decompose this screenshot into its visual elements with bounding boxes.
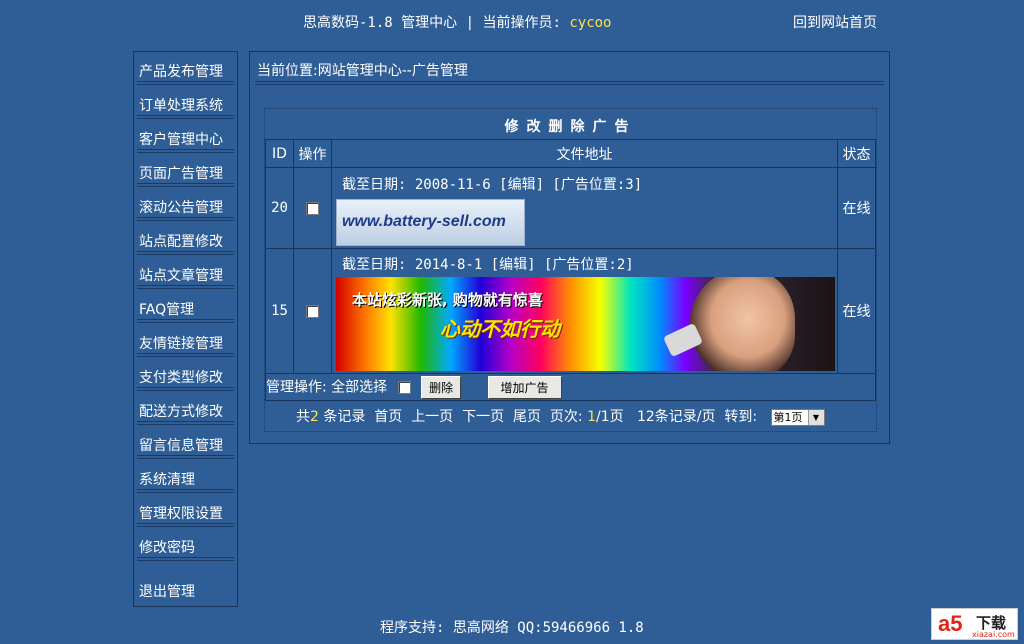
ad-info[interactable]: 截至日期: 2008-11-6 [编辑] [广告位置:3] [332, 171, 837, 194]
last-page-link[interactable]: 尾页 [513, 409, 541, 425]
sidebar-item-orders[interactable]: 订单处理系统 [134, 86, 237, 120]
banner-headline: 本站炫彩新张, 购物就有惊喜 [352, 291, 543, 309]
sidebar-item-articles[interactable]: 站点文章管理 [134, 256, 237, 290]
sidebar-item-ads[interactable]: 页面广告管理 [134, 154, 237, 188]
sidebar-item-messages[interactable]: 留言信息管理 [134, 426, 237, 460]
footer: 程序支持: 思高网络 QQ:59466966 1.8 [380, 620, 644, 636]
ad-banner-image: 本站炫彩新张, 购物就有惊喜 心动不如行动 [336, 277, 835, 371]
sidebar-item-links[interactable]: 友情链接管理 [134, 324, 237, 358]
current-page: 1 [587, 409, 596, 425]
pages-label: 页次: [549, 409, 583, 425]
logo-brand: a5 [938, 611, 963, 636]
divider [255, 84, 884, 85]
sidebar-item-logout[interactable]: 退出管理 [134, 572, 237, 606]
ops-label: 管理操作: [266, 379, 327, 395]
table-header-row: ID 操作 文件地址 状态 [265, 139, 876, 168]
col-action: 操作 [293, 139, 332, 168]
total-count: 2 [310, 409, 319, 425]
row-checkbox[interactable] [306, 201, 319, 215]
page-select[interactable]: 第1页 ▼ [770, 408, 825, 426]
col-file-address: 文件地址 [331, 139, 838, 168]
add-ad-button[interactable]: 增加广告 [487, 375, 562, 399]
divider [255, 81, 884, 82]
row-id: 15 [265, 248, 294, 374]
ops-row: 管理操作: 全部选择 删除 增加广告 [265, 373, 876, 401]
row-checkbox[interactable] [306, 304, 319, 318]
sidebar-item-site-config[interactable]: 站点配置修改 [134, 222, 237, 256]
ad-banner-image: www.battery-sell.com [336, 198, 525, 246]
sidebar-item-customers[interactable]: 客户管理中心 [134, 120, 237, 154]
banner-text: www.battery-sell.com [342, 212, 506, 230]
ad-info[interactable]: 截至日期: 2014-8-1 [编辑] [广告位置:2] [332, 251, 837, 274]
delete-button[interactable]: 删除 [421, 375, 462, 399]
first-page-link[interactable]: 首页 [374, 409, 402, 425]
ads-table: ID 操作 文件地址 状态 20 截至日期: 2008-11-6 [编辑] [广… [265, 139, 876, 401]
operator-label: 当前操作员: [482, 15, 561, 31]
a5-logo: a5 下载 xiazai.com [931, 608, 1018, 640]
per-page: 12条记录/页 [636, 409, 716, 425]
top-header: 思高数码-1.8 管理中心 | 当前操作员: cycoo 回到网站首页 [0, 12, 1024, 32]
ads-table-container: 修改删除广告 ID 操作 文件地址 状态 20 截至日期: 2008-11-6 … [264, 108, 877, 432]
col-id: ID [265, 139, 294, 168]
table-title: 修改删除广告 [504, 119, 637, 135]
row-id: 20 [265, 167, 294, 249]
next-page-link[interactable]: 下一页 [462, 409, 504, 425]
sidebar-item-products[interactable]: 产品发布管理 [134, 52, 237, 86]
row-checkbox-cell [293, 167, 332, 249]
sidebar-item-payment[interactable]: 支付类型修改 [134, 358, 237, 392]
sidebar-item-cleanup[interactable]: 系统清理 [134, 460, 237, 494]
sidebar-item-delivery[interactable]: 配送方式修改 [134, 392, 237, 426]
pagination: 共2 条记录 首页 上一页 下一页 尾页 页次: 1/1页 12条记录/页 转到… [265, 401, 876, 431]
ops-cell: 管理操作: 全部选择 删除 增加广告 [265, 373, 876, 401]
logo-domain: xiazai.com [972, 630, 1015, 639]
table-row: 20 截至日期: 2008-11-6 [编辑] [广告位置:3] www.bat… [265, 167, 876, 249]
chevron-down-icon: ▼ [807, 409, 824, 425]
total-suffix: 条记录 [318, 409, 366, 425]
row-file-address: 截至日期: 2014-8-1 [编辑] [广告位置:2] 本站炫彩新张, 购物就… [331, 248, 838, 374]
row-status: 在线 [837, 248, 876, 374]
header-center: 思高数码-1.8 管理中心 | 当前操作员: cycoo [303, 12, 612, 32]
breadcrumb: 当前位置:网站管理中心--广告管理 [257, 63, 468, 79]
total-prefix: 共 [296, 409, 310, 425]
row-status: 在线 [837, 167, 876, 249]
main-panel: 当前位置:网站管理中心--广告管理 修改删除广告 ID 操作 文件地址 状态 2… [249, 51, 890, 444]
sidebar-item-permissions[interactable]: 管理权限设置 [134, 494, 237, 528]
pages-total: /1页 [596, 409, 624, 425]
banner-slogan: 心动不如行动 [440, 317, 560, 341]
select-all-label: 全部选择 [331, 379, 388, 395]
sidebar-item-password[interactable]: 修改密码 [134, 528, 237, 562]
table-row: 15 截至日期: 2014-8-1 [编辑] [广告位置:2] 本站炫彩新张, … [265, 248, 876, 374]
model-photo [690, 277, 795, 371]
prev-page-link[interactable]: 上一页 [411, 409, 453, 425]
app-title: 思高数码-1.8 管理中心 [303, 15, 458, 31]
select-all-checkbox[interactable] [397, 380, 411, 394]
row-checkbox-cell [293, 248, 332, 374]
header-separator: | [465, 15, 475, 31]
goto-label: 转到: [724, 409, 758, 425]
sidebar: 产品发布管理 订单处理系统 客户管理中心 页面广告管理 滚动公告管理 站点配置修… [133, 51, 238, 607]
sidebar-item-notices[interactable]: 滚动公告管理 [134, 188, 237, 222]
sidebar-item-faq[interactable]: FAQ管理 [134, 290, 237, 324]
col-status: 状态 [837, 139, 876, 168]
page-select-value: 第1页 [773, 410, 803, 424]
home-link[interactable]: 回到网站首页 [793, 12, 877, 32]
row-file-address: 截至日期: 2008-11-6 [编辑] [广告位置:3] www.batter… [331, 167, 838, 249]
operator-name: cycoo [569, 15, 612, 31]
